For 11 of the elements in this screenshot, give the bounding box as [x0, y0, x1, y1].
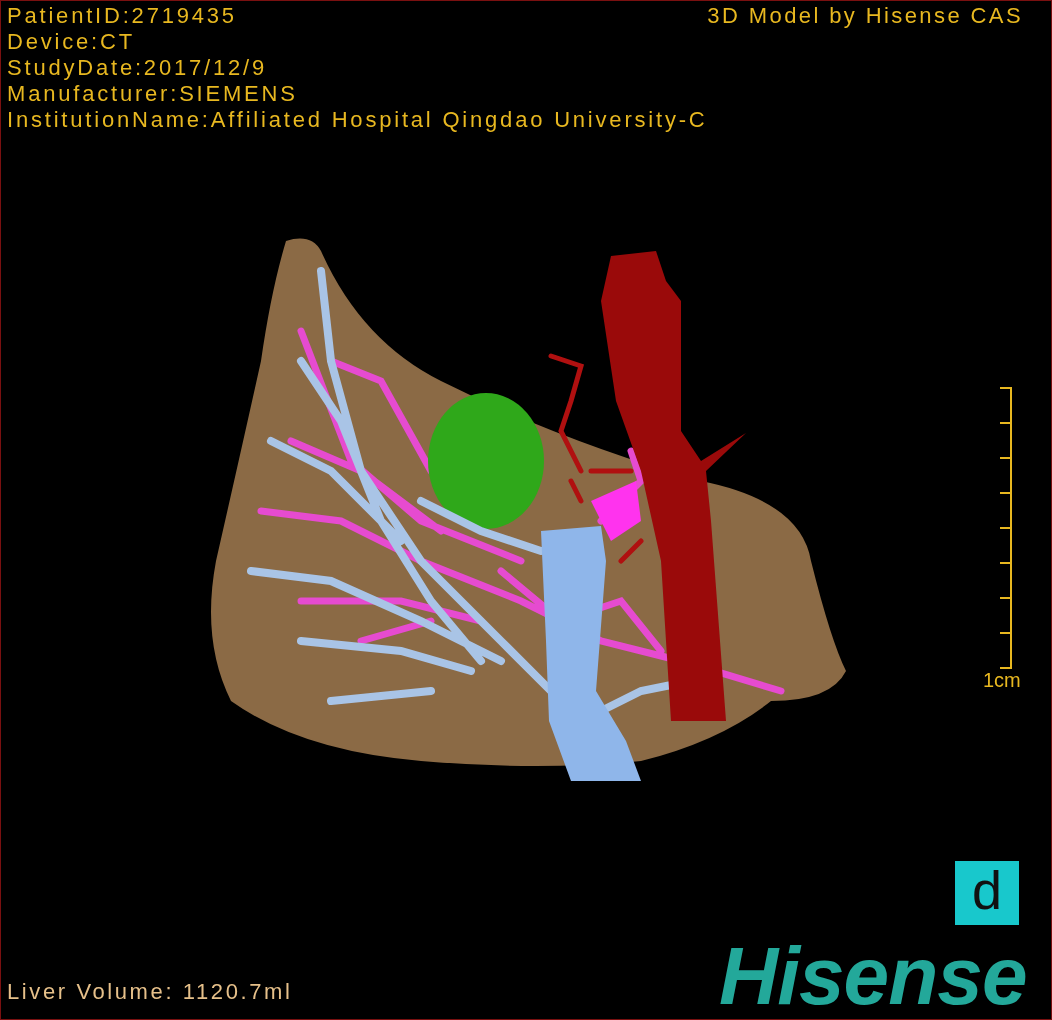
- patient-info-text: InstitutionName:Affiliated Hospital Qingdao University-C: [7, 107, 708, 133]
- liver-volume-text: Liver Volume: 1120.7ml: [7, 979, 293, 1005]
- patient-info-text: StudyDate:2017/12/9: [7, 55, 267, 81]
- view-button[interactable]: d: [955, 861, 1019, 925]
- scale-label: 1cm: [983, 669, 1021, 691]
- patient-info-text: Manufacturer:SIEMENS: [7, 81, 298, 107]
- brand-logo: Hisense: [719, 933, 1027, 1019]
- header-caption: 3D Model by Hisense CAS: [707, 3, 1023, 29]
- scale-bar-icon: [999, 387, 1012, 669]
- patient-info-text: Device:CT: [7, 29, 135, 55]
- patient-info-text: PatientID:2719435: [7, 3, 237, 29]
